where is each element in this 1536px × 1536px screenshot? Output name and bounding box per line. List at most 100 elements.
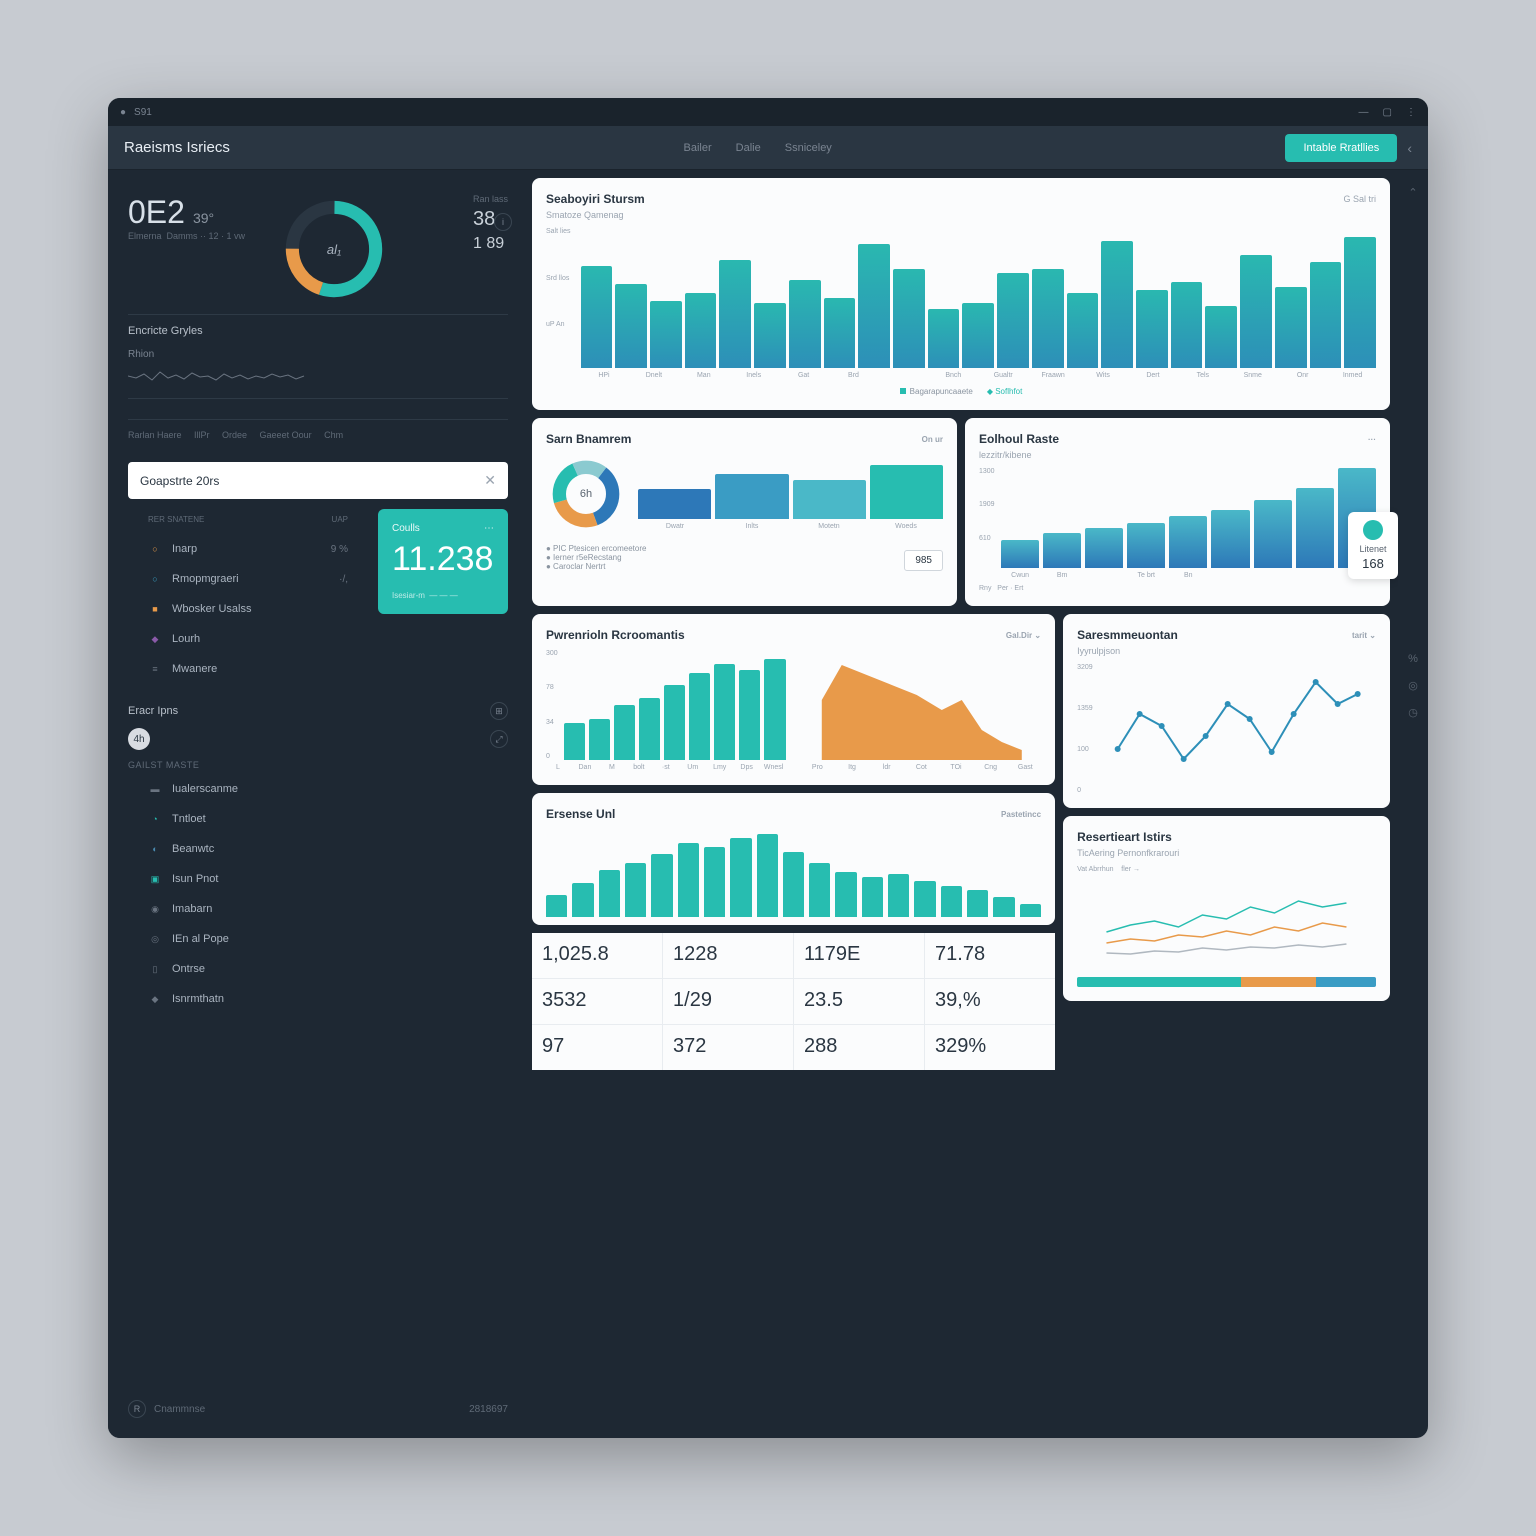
rail-percent-icon[interactable]: % [1408,653,1418,665]
distribution-title: Ersense Unl [546,807,615,821]
main-chart-link[interactable]: G Sal tri [1343,194,1376,204]
side-stat-0-value: 38 [473,208,495,231]
titlebar: ● S91 — ▢ ⋮ [108,98,1428,126]
stat-cell-9: 372 [663,1025,793,1070]
app-label: S91 [134,107,152,118]
menu2-item-4[interactable]: ◉Imabarn [128,894,508,924]
stat-cell-10: 288 [794,1025,924,1070]
multiline-chart [1077,877,1376,967]
rail-up-icon[interactable]: ⌃ [1408,186,1417,199]
menu2-item-1[interactable]: ◔Tntloet [128,804,508,834]
nav-item-0[interactable]: Bailer [684,142,712,154]
app-icon: ● [120,107,126,118]
donut-card: Sarn BnamremOn ur 6h [532,418,957,606]
search-input[interactable] [140,474,484,488]
hero-stat-caption: Elmerna Damms ·· 12 · 1 vw [128,231,245,241]
menu-item-2[interactable]: ■Wbosker Usalss [128,594,368,624]
menu2-item-6[interactable]: ▯Ontrse [128,954,508,984]
footer-status: R Cnammnse 2818697 [108,1392,528,1426]
main-chart-title: Seaboyiri Stursm [546,192,645,206]
rail-clock-icon[interactable]: ◷ [1408,706,1418,719]
stat-cell-3: 71.78 [925,933,1055,978]
sparkline-label: Rhion [128,349,188,360]
header: Raeisms Isriecs Bailer Dalie Ssniceley I… [108,126,1428,170]
chevron-left-icon[interactable]: ‹ [1407,140,1412,156]
progress-bar [1077,977,1376,987]
expand-icon[interactable]: ⤢ [490,730,508,748]
menu-item-1[interactable]: ○Rmopmgraeri·/, [128,564,368,594]
header-nav: Bailer Dalie Ssniceley [684,142,832,154]
multiline-title: Resertieart Istirs [1077,830,1172,844]
menu-hdr-b: uap [332,515,348,524]
donut-card-title: Sarn Bnamrem [546,432,631,446]
clear-search-icon[interactable]: ✕ [484,472,496,489]
mini-donut-chart: 6h [546,454,626,534]
line-chart-seg [1099,664,1376,794]
stat-cell-0: 1,025.8 [532,933,662,978]
avatar[interactable]: 4h [128,728,150,750]
stat-cell-2: 1179E [794,933,924,978]
menu2-item-0[interactable]: ▬Iualerscanme [128,774,508,804]
status-icon: R [128,1400,146,1418]
rail-target-icon[interactable]: ◎ [1408,679,1418,692]
dual-chart-title: Pwrenrioln Rcroomantis [546,628,685,642]
footer-label: Cnammnse [154,1404,205,1415]
sidebar: 0E2 39° Elmerna Damms ·· 12 · 1 vw al₁ [108,170,528,1438]
seg-title: Saresmmeuontan [1077,628,1178,642]
menu-item-0[interactable]: ○Inarp9 % [128,534,368,564]
nav-item-2[interactable]: Ssniceley [785,142,832,154]
stat-cell-7: 39,% [925,979,1055,1024]
float-widget[interactable]: Litenet 168 [1348,512,1398,579]
teal-card-value: 11.238 [392,540,494,579]
nav-item-1[interactable]: Dalie [736,142,761,154]
growth-card: Eolhoul Raste··· lezzitr/kibene 13001909… [965,418,1390,606]
section2-title: Eracr Ipns [128,705,482,717]
menu2-item-3[interactable]: ▣Isun Pnot [128,864,508,894]
grid-icon[interactable]: ⊞ [490,702,508,720]
menu-hdr-a: rer snatene [148,515,332,524]
menu2-item-7[interactable]: ◆Isnrmthatn [128,984,508,1014]
window-min-icon[interactable]: — [1359,107,1369,118]
info-icon[interactable]: i [494,213,512,231]
menu2-item-2[interactable]: ◐Beanwtc [128,834,508,864]
float-label: Litenet [1356,544,1390,554]
donut-center-label: al₁ [279,194,389,304]
menu-item-4[interactable]: ≡Mwanere [128,654,368,684]
hero-stat-value: 0E2 [128,194,185,231]
donut-card-button[interactable]: 985 [904,550,943,571]
window-more-icon[interactable]: ⋮ [1406,107,1416,118]
segmentation-card: Saresmmeuontantarit ⌄ Iyyrulpjson 320913… [1063,614,1390,808]
multiline-sub: TicAering Pernonfkrarouri [1077,848,1376,858]
dual-chart-card: Pwrenrioln RcroomantisGal.Dir ⌄ 30078340… [532,614,1055,785]
float-value: 168 [1356,556,1390,571]
teal-card-label: Coulls [392,523,420,534]
menu-item-3[interactable]: ◆Lourh [128,624,368,654]
stat-cell-6: 23.5 [794,979,924,1024]
float-play-icon[interactable] [1363,520,1383,540]
area-chart [802,650,1042,760]
stat-cell-1: 1228 [663,933,793,978]
mini-donut-center: 6h [546,454,626,534]
primary-action-button[interactable]: Intable Rratllies [1285,134,1397,162]
hero-stat-sub: 39° [193,210,214,226]
section-encricte-title: Encricte Gryles [128,325,508,337]
main-chart-card: Seaboyiri Stursm G Sal tri Smatoze Qamen… [532,178,1390,410]
window-app-icon[interactable]: ▢ [1383,107,1392,118]
side-stat-0-label: Ran lass [473,194,508,204]
main-chart-sub: Smatoze Qamenag [546,210,1376,220]
side-stat-1-value: 1 89 [473,235,504,253]
growth-card-title: Eolhoul Raste [979,432,1059,446]
sparkline-chart [128,364,308,388]
content-area: Seaboyiri Stursm G Sal tri Smatoze Qamen… [528,170,1398,1438]
teal-stat-card: Coulls⋯ 11.238 Isesiar-m — — — [378,509,508,614]
menu2-item-5[interactable]: ◎IEn al Pope [128,924,508,954]
stat-cell-11: 329% [925,1025,1055,1070]
stat-cell-4: 3532 [532,979,662,1024]
growth-card-sub: lezzitr/kibene [979,450,1376,460]
multiline-card: Resertieart Istirs TicAering Pernonfkrar… [1063,816,1390,1001]
search-field[interactable]: ✕ [128,462,508,499]
footer-value: 2818697 [469,1404,508,1415]
brand-title: Raeisms Isriecs [124,139,230,156]
seg-sub: Iyyrulpjson [1077,646,1376,656]
stat-cell-5: 1/29 [663,979,793,1024]
